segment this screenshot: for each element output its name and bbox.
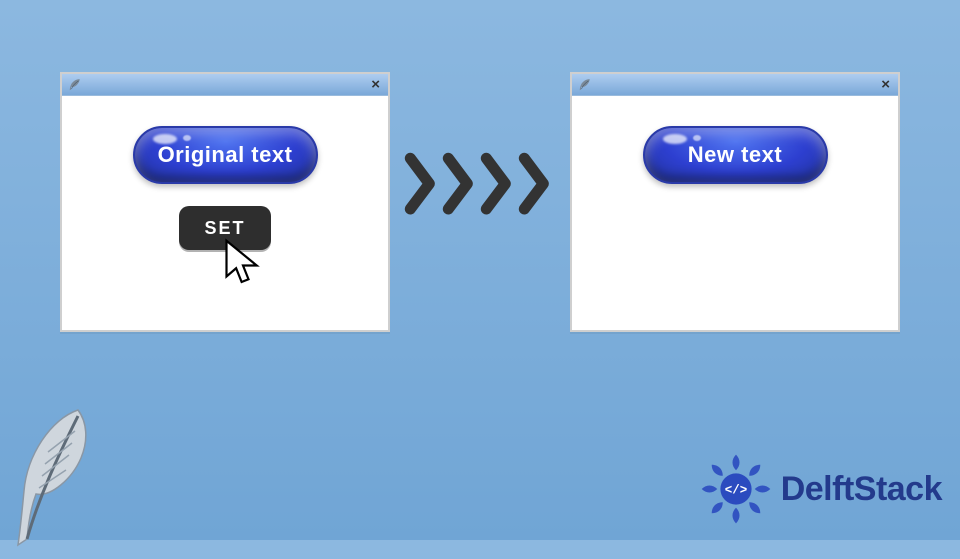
new-text-button[interactable]: New text: [643, 126, 828, 184]
diagram-stage: × Original text SET: [0, 72, 960, 332]
chevron-right-icon: [442, 152, 480, 212]
close-icon[interactable]: ×: [369, 77, 382, 92]
feather-icon: [68, 78, 82, 92]
chevron-right-icon: [480, 152, 518, 212]
svg-text:</>: </>: [724, 484, 746, 498]
transition-arrows: [404, 152, 556, 212]
feather-icon: [578, 78, 592, 92]
titlebar: ×: [572, 74, 898, 96]
close-icon[interactable]: ×: [879, 77, 892, 92]
set-button-label: SET: [204, 218, 245, 239]
window-body-before: Original text SET: [62, 96, 388, 330]
window-after: × New text: [570, 72, 900, 332]
titlebar: ×: [62, 74, 388, 96]
brand-name: DelftStack: [781, 470, 942, 509]
feather-decor-icon: [6, 404, 96, 534]
pill-label: New text: [688, 142, 782, 168]
pill-label: Original text: [158, 142, 293, 168]
cursor-icon: [221, 238, 265, 292]
brand: </> DelftStack: [697, 450, 942, 528]
window-before: × Original text SET: [60, 72, 390, 332]
chevron-right-icon: [518, 152, 556, 212]
chevron-right-icon: [404, 152, 442, 212]
set-button-wrap: SET: [179, 206, 271, 250]
original-text-button[interactable]: Original text: [133, 126, 318, 184]
brand-logo-icon: </>: [697, 450, 775, 528]
window-body-after: New text: [572, 96, 898, 330]
